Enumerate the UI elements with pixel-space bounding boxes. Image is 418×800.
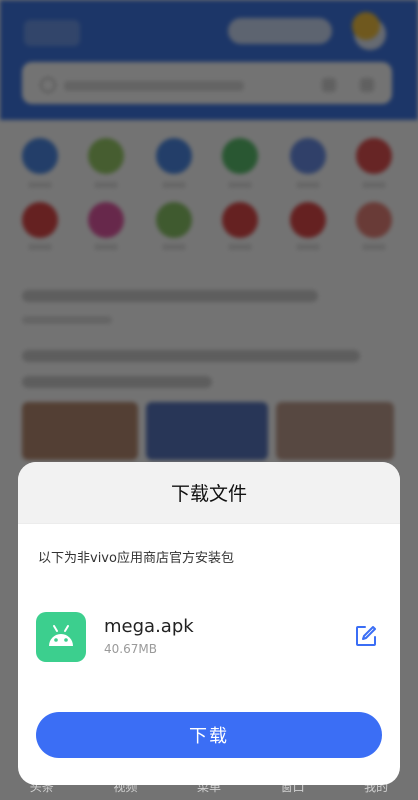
- download-sheet: 下载文件 以下为非vivo应用商店官方安装包 mega.apk 40.67MB …: [18, 462, 400, 785]
- download-button-label: 下载: [189, 726, 229, 746]
- file-size: 40.67MB: [104, 642, 157, 656]
- download-button[interactable]: 下载: [36, 712, 382, 758]
- edit-icon[interactable]: [354, 624, 378, 648]
- sheet-header: 下载文件: [18, 462, 400, 524]
- sheet-title: 下载文件: [170, 483, 247, 505]
- file-name: mega.apk: [104, 616, 194, 637]
- android-icon: [36, 612, 86, 662]
- file-row: mega.apk 40.67MB: [36, 612, 382, 664]
- unofficial-notice: 以下为非vivo应用商店官方安装包: [38, 551, 234, 566]
